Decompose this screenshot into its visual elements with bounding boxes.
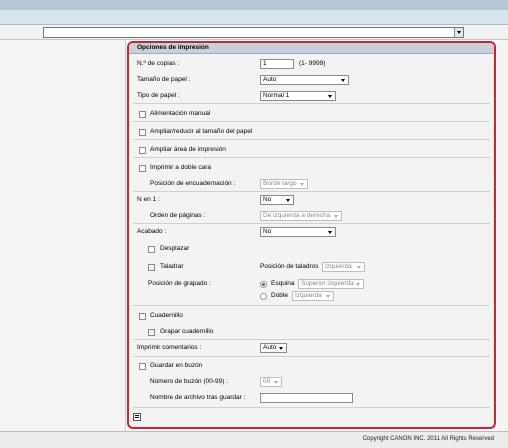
staple-corner-radio[interactable] xyxy=(260,281,267,288)
n-up-value: No xyxy=(263,196,272,203)
selector-row xyxy=(0,25,508,40)
mailbox-number-value: 00 xyxy=(263,378,271,385)
chevron-down-icon xyxy=(357,266,361,269)
left-pane xyxy=(0,40,126,431)
page-order-select[interactable]: De izquierda a derecha xyxy=(260,211,342,221)
punch-position-label: Posición de taladros xyxy=(260,263,319,270)
n-up-select[interactable]: No xyxy=(260,195,294,205)
top-dropdown[interactable] xyxy=(43,27,464,38)
finishing-label: Acabado : xyxy=(137,228,167,235)
comments-value: Auto xyxy=(263,344,277,351)
booklet-label: Cuadernillo xyxy=(150,312,183,319)
copies-range: (1- 9999) xyxy=(299,60,326,67)
punch-checkbox[interactable] xyxy=(148,264,155,271)
offset-checkbox[interactable] xyxy=(148,246,155,253)
staple-corner-label: Esquina xyxy=(271,280,295,287)
page-order-label: Orden de páginas : xyxy=(150,212,206,219)
paper-type-value: Normal 1 xyxy=(263,92,290,99)
enlarge-area-label: Ampliar área de impresión xyxy=(150,146,226,153)
paper-type-select[interactable]: Normal 1 xyxy=(260,91,336,101)
punch-position-value: Izquierda xyxy=(325,263,352,270)
fit-to-paper-label: Ampliar/reducir al tamaño del papel xyxy=(150,128,253,135)
mailbox-label: Guardar en buzón xyxy=(150,362,203,369)
binding-label: Posición de encuadernación : xyxy=(150,180,236,187)
file-name-label: Nombre de archivo tras guardar : xyxy=(150,394,246,401)
staple-position-label: Posición de grapado : xyxy=(148,280,211,287)
page-order-value: De izquierda a derecha xyxy=(263,212,331,219)
mailbox-number-select[interactable]: 00 xyxy=(260,377,282,387)
punch-position-select[interactable]: Izquierda xyxy=(322,262,365,272)
staple-corner-select[interactable]: Superior izquierda xyxy=(298,279,364,289)
panel-header: Opciones de impresión xyxy=(129,43,494,54)
scroll-to-top-icon[interactable] xyxy=(133,413,141,421)
mailbox-checkbox[interactable] xyxy=(139,363,146,370)
copies-input[interactable]: 1 xyxy=(260,59,294,69)
divider xyxy=(133,121,490,122)
paper-type-label: Tipo de papel : xyxy=(137,92,180,99)
chevron-down-icon xyxy=(328,231,332,234)
binding-value: Borde largo xyxy=(263,180,297,187)
booklet-staple-checkbox[interactable] xyxy=(148,329,155,336)
staple-double-select[interactable]: Izquierda xyxy=(292,291,334,301)
manual-feed-label: Alimentación manual xyxy=(150,110,211,117)
chevron-down-icon xyxy=(286,199,290,202)
booklet-checkbox[interactable] xyxy=(139,313,146,320)
right-gutter xyxy=(497,40,508,431)
print-options-panel: Opciones de impresión N.º de copias : 1 … xyxy=(127,41,496,429)
enlarge-area-checkbox[interactable] xyxy=(139,147,146,154)
copies-label: N.º de copias : xyxy=(137,60,180,67)
divider xyxy=(133,103,490,104)
footer: Copyright CANON INC. 2011 All Rights Res… xyxy=(0,431,508,448)
paper-size-select[interactable]: Auto xyxy=(260,75,349,85)
mailbox-number-label: Número de buzón (00-99) : xyxy=(150,378,229,385)
divider xyxy=(133,305,490,306)
chevron-down-icon xyxy=(274,381,278,384)
comments-label: Imprimir comentarios : xyxy=(137,344,202,351)
staple-double-radio[interactable] xyxy=(260,293,267,300)
booklet-staple-label: Grapar cuadernillo xyxy=(160,328,214,335)
staple-double-label: Doble xyxy=(271,292,288,299)
divider xyxy=(133,223,490,224)
divider xyxy=(133,139,490,140)
copyright-text: Copyright CANON INC. 2011 All Rights Res… xyxy=(362,436,494,442)
staple-corner-value: Superior izquierda xyxy=(301,280,354,287)
chevron-down-icon xyxy=(334,215,338,218)
chevron-down-icon xyxy=(328,95,332,98)
file-name-input[interactable] xyxy=(260,393,353,403)
divider xyxy=(133,191,490,192)
chevron-down-icon xyxy=(341,79,345,82)
chevron-down-icon xyxy=(279,347,283,350)
panel-title: Opciones de impresión xyxy=(137,44,209,51)
divider xyxy=(133,157,490,158)
top-banner xyxy=(0,0,508,10)
n-up-label: N en 1 : xyxy=(137,196,160,203)
chevron-down-icon xyxy=(356,283,360,286)
chevron-down-icon xyxy=(326,295,330,298)
paper-size-value: Auto xyxy=(263,76,277,83)
divider xyxy=(133,339,490,340)
punch-label: Taladrar xyxy=(160,263,184,270)
chevron-down-icon xyxy=(300,183,304,186)
duplex-checkbox[interactable] xyxy=(139,165,146,172)
binding-select[interactable]: Borde largo xyxy=(260,179,308,189)
toolbar-strip xyxy=(0,10,508,25)
finishing-value: No xyxy=(263,228,272,235)
fit-to-paper-checkbox[interactable] xyxy=(139,129,146,136)
comments-select[interactable]: Auto xyxy=(260,343,287,353)
offset-label: Desplazar xyxy=(160,245,190,252)
manual-feed-checkbox[interactable] xyxy=(139,111,146,118)
staple-double-value: Izquierda xyxy=(295,292,322,299)
chevron-down-icon[interactable] xyxy=(454,28,463,37)
finishing-select[interactable]: No xyxy=(260,227,336,237)
duplex-label: Imprimir a doble cara xyxy=(150,164,212,171)
paper-size-label: Tamaño de papel : xyxy=(137,76,191,83)
divider xyxy=(133,356,490,357)
divider xyxy=(133,407,490,408)
